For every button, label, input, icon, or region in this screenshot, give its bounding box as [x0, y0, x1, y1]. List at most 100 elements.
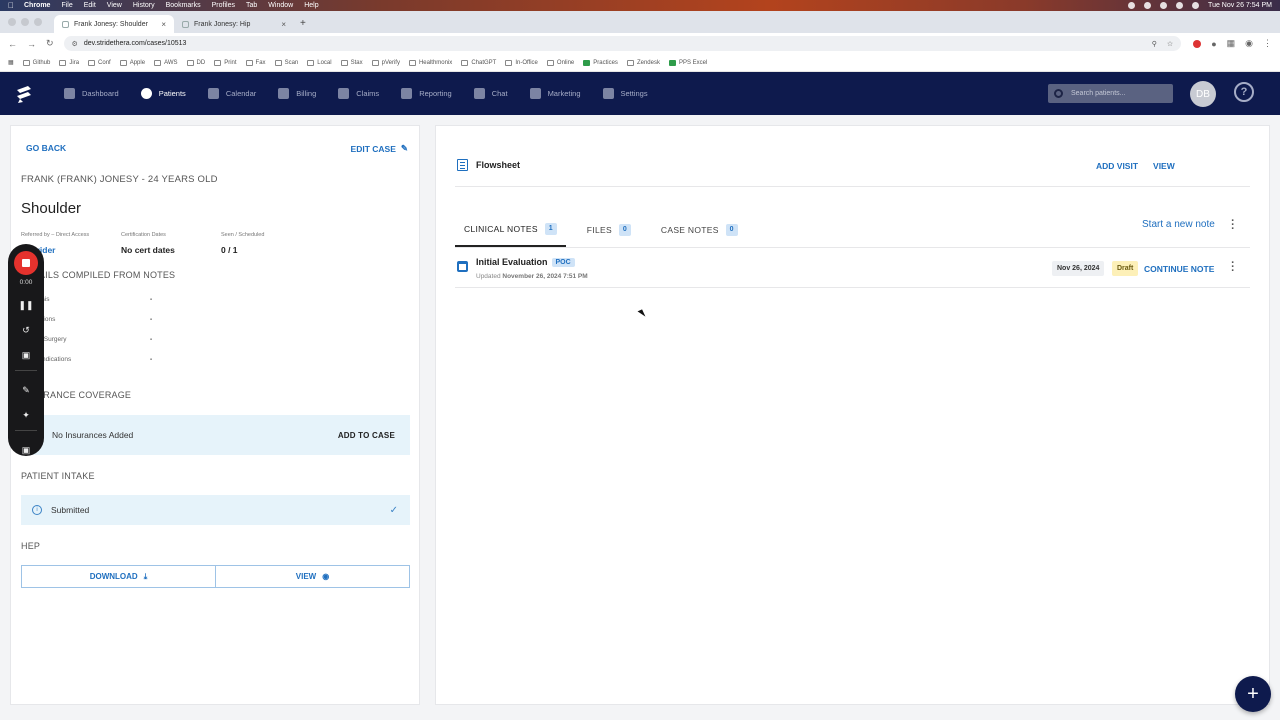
url-text[interactable]: dev.stridethera.com/cases/10513: [84, 40, 187, 47]
bookmark-item[interactable]: Jira: [59, 59, 79, 66]
bookmark-item[interactable]: Apple: [119, 59, 145, 66]
nav-reporting[interactable]: Reporting: [401, 88, 452, 99]
view-button[interactable]: VIEW: [1153, 161, 1175, 171]
address-bar[interactable]: ⚙ dev.stridethera.com/cases/10513 ⚲ ☆: [63, 36, 1182, 51]
bookmark-item[interactable]: pVerify: [371, 59, 400, 66]
bookmark-item[interactable]: PPS Excel: [668, 59, 707, 66]
tab-clinical-notes[interactable]: CLINICAL NOTES 1: [455, 212, 566, 247]
tab-files[interactable]: FILES 0: [578, 212, 640, 247]
pause-icon[interactable]: ❚❚: [18, 299, 33, 311]
minimize-window-button[interactable]: [21, 18, 29, 26]
nav-calendar[interactable]: Calendar: [207, 88, 256, 99]
add-to-case-button[interactable]: ADD TO CASE: [338, 431, 395, 440]
patient-search-input[interactable]: Search patients...: [1048, 84, 1173, 103]
nav-chat[interactable]: Chat: [473, 88, 508, 99]
new-tab-button[interactable]: +: [300, 18, 306, 29]
nav-settings[interactable]: Settings: [602, 88, 648, 99]
forward-arrow-icon[interactable]: →: [27, 39, 36, 49]
go-back-button[interactable]: GO BACK: [26, 143, 66, 154]
nav-marketing[interactable]: Marketing: [529, 88, 581, 99]
extensions-puzzle-icon[interactable]: ▦: [1227, 38, 1236, 49]
back-arrow-icon[interactable]: ←: [8, 39, 17, 49]
bookmark-item[interactable]: Fax: [245, 59, 266, 66]
close-window-button[interactable]: [8, 18, 16, 26]
menubar-edit[interactable]: Edit: [84, 2, 96, 9]
list-item[interactable]: Initial Evaluation POC Updated November …: [455, 252, 1250, 287]
note-title[interactable]: Initial Evaluation: [476, 257, 548, 267]
nav-claims[interactable]: Claims: [338, 88, 379, 99]
bookmark-item[interactable]: Local: [307, 59, 332, 66]
camera-icon[interactable]: ▣: [22, 444, 31, 456]
bookmark-item[interactable]: Zendesk: [626, 59, 660, 66]
menubar-window[interactable]: Window: [268, 2, 293, 9]
bookmark-item[interactable]: Online: [546, 59, 574, 66]
apps-icon[interactable]: ▦: [8, 59, 14, 66]
hep-actions: DOWNLOAD ⤓ VIEW ◉: [21, 565, 410, 588]
tab-case-notes[interactable]: CASE NOTES 0: [652, 212, 747, 247]
bookmark-item[interactable]: DD: [186, 59, 205, 66]
nav-patients[interactable]: Patients: [140, 88, 186, 99]
more-options-icon[interactable]: · · ·: [1229, 216, 1237, 235]
bookmark-item[interactable]: Print: [214, 59, 237, 66]
more-options-icon[interactable]: · · ·: [1229, 258, 1237, 277]
trash-icon[interactable]: ▣: [22, 349, 31, 361]
wifi-icon[interactable]: [1176, 2, 1184, 9]
menubar-help[interactable]: Help: [304, 2, 318, 9]
apple-icon[interactable]: : [8, 1, 14, 10]
edit-case-button[interactable]: EDIT CASE ✎: [351, 143, 408, 154]
pencil-icon[interactable]: ✎: [22, 384, 30, 396]
bookmark-item[interactable]: In-Office: [505, 59, 538, 66]
bookmark-item[interactable]: Practices: [583, 59, 618, 66]
add-fab-button[interactable]: +: [1235, 676, 1271, 712]
browser-tab[interactable]: Frank Jonesy: Hip ×: [174, 15, 294, 33]
flowsheet-icon: [457, 159, 468, 171]
reload-icon[interactable]: ↻: [46, 38, 54, 49]
chrome-menu-icon[interactable]: ⋮: [1263, 38, 1272, 49]
bookmark-item[interactable]: AWS: [154, 59, 178, 66]
search-icon[interactable]: [1192, 2, 1200, 9]
avatar[interactable]: DB: [1190, 81, 1216, 107]
bookmark-item[interactable]: ChatGPT: [461, 59, 496, 66]
bookmark-item[interactable]: Healthmonix: [408, 59, 452, 66]
help-icon[interactable]: ?: [1234, 82, 1254, 102]
view-hep-button[interactable]: VIEW ◉: [215, 566, 409, 587]
download-button[interactable]: DOWNLOAD ⤓: [22, 566, 215, 587]
menubar-history[interactable]: History: [133, 2, 155, 9]
menubar-file[interactable]: File: [61, 2, 72, 9]
add-visit-button[interactable]: ADD VISIT: [1096, 161, 1138, 171]
nav-dashboard[interactable]: Dashboard: [64, 88, 119, 99]
zoom-icon[interactable]: ⚲: [1152, 40, 1157, 48]
profile-icon[interactable]: ◉: [1245, 38, 1253, 49]
bookmark-item[interactable]: Scan: [274, 59, 298, 66]
bookmark-item[interactable]: Stax: [340, 59, 363, 66]
extension-icon[interactable]: [1193, 39, 1202, 48]
intake-status-box[interactable]: i Submitted ✓: [21, 495, 410, 525]
status-icon[interactable]: [1144, 2, 1152, 9]
start-new-note-button[interactable]: Start a new note: [1142, 219, 1215, 230]
continue-note-button[interactable]: CONTINUE NOTE: [1144, 264, 1214, 274]
bookmark-item[interactable]: Conf: [88, 59, 111, 66]
flowsheet-link[interactable]: Flowsheet: [457, 159, 520, 171]
menubar-profiles[interactable]: Profiles: [212, 2, 235, 9]
menubar-bookmarks[interactable]: Bookmarks: [166, 2, 201, 9]
stop-recording-button[interactable]: [14, 251, 38, 275]
browser-tab[interactable]: Frank Jonesy: Shoulder ×: [54, 15, 174, 33]
restart-icon[interactable]: ↺: [22, 324, 30, 336]
menubar-tab[interactable]: Tab: [246, 2, 257, 9]
menubar-view[interactable]: View: [107, 2, 122, 9]
bookmark-item[interactable]: Github: [22, 59, 50, 66]
menubar-clock[interactable]: Tue Nov 26 7:54 PM: [1208, 2, 1272, 9]
maximize-window-button[interactable]: [34, 18, 42, 26]
stride-logo-icon[interactable]: [14, 84, 34, 104]
menubar-app-name[interactable]: Chrome: [24, 2, 50, 9]
folder-icon: [546, 59, 554, 66]
site-info-icon[interactable]: ⚙: [72, 40, 78, 48]
status-icon[interactable]: [1128, 2, 1136, 9]
close-tab-icon[interactable]: ×: [281, 20, 286, 29]
extension-icon[interactable]: ●: [1211, 39, 1216, 49]
effects-icon[interactable]: ✦: [22, 409, 30, 421]
status-icon[interactable]: [1160, 2, 1168, 9]
close-tab-icon[interactable]: ×: [161, 20, 166, 29]
bookmark-star-icon[interactable]: ☆: [1167, 40, 1173, 48]
nav-billing[interactable]: Billing: [278, 88, 316, 99]
